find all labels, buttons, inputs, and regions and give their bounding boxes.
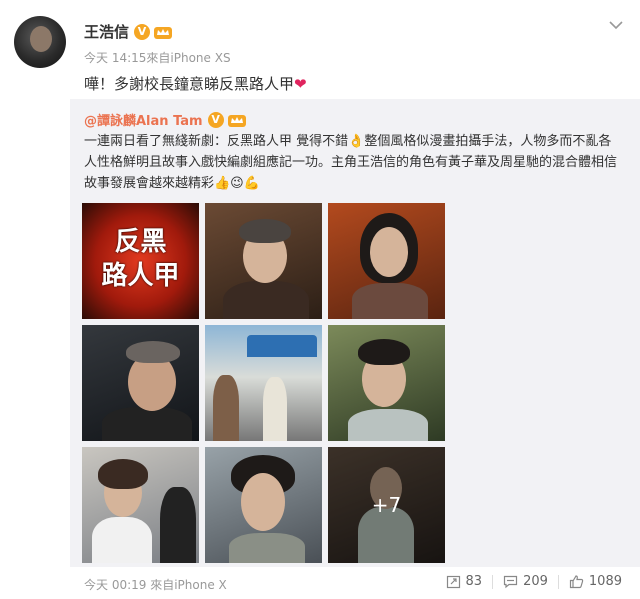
repost-text: 一連兩日看了無綫新劇：反黑路人甲 覺得不錯👌整個風格似漫畫拍攝手法，人物多而不亂… — [84, 134, 618, 191]
vip-crown-icon — [227, 114, 246, 127]
photo-thumbnail[interactable] — [205, 203, 322, 319]
weibo-post-card: 王浩信 V 今天 14:15來自iPhone XS 嘩！多謝校長鐘意睇反黑路人甲… — [0, 0, 640, 599]
chevron-down-icon[interactable] — [608, 18, 624, 32]
repost-author-name[interactable]: @譚詠麟Alan Tam — [84, 110, 203, 129]
vip-crown-icon — [154, 26, 173, 39]
more-photos-count: +7 — [328, 447, 445, 563]
comment-button[interactable]: 209 — [503, 574, 548, 589]
photo-thumbnail[interactable]: 反黑 路人甲 — [82, 203, 199, 319]
author-name[interactable]: 王浩信 — [84, 21, 129, 42]
post-text-content: 嘩！多謝校長鐘意睇反黑路人甲 — [84, 75, 295, 93]
divider — [557, 574, 559, 589]
divider — [492, 574, 494, 589]
heart-icon: ❤ — [294, 75, 307, 93]
verified-icon: V — [207, 111, 224, 128]
show-logo-line2: 路人甲 — [101, 261, 180, 291]
repost-container: @譚詠麟Alan Tam V 一連兩日看了無綫新劇：反黑路人甲 覺得不錯👌整個風… — [70, 99, 640, 567]
repost-button[interactable]: 83 — [446, 574, 483, 589]
author-avatar[interactable] — [14, 16, 66, 68]
post-timestamp[interactable]: 今天 14:15來自iPhone XS — [84, 49, 231, 66]
repost-count: 83 — [465, 574, 483, 589]
like-button[interactable]: 1089 — [569, 574, 622, 589]
like-count: 1089 — [588, 574, 622, 589]
action-bar: 83 209 1089 — [446, 574, 622, 589]
comment-count: 209 — [523, 574, 548, 589]
author-row: 王浩信 V — [84, 21, 173, 42]
photo-thumbnail[interactable] — [205, 325, 322, 441]
thumbs-up-icon — [569, 575, 584, 589]
repost-footer: 今天 00:19 來自iPhone X 83 209 1089 — [0, 567, 640, 599]
repost-icon — [446, 575, 460, 589]
show-logo-line1: 反黑 — [114, 227, 167, 257]
repost-author-row: @譚詠麟Alan Tam V — [84, 110, 247, 129]
photo-thumbnail[interactable] — [82, 447, 199, 563]
photo-thumbnail-more[interactable]: +7 — [328, 447, 445, 563]
show-logo: 反黑 路人甲 — [92, 225, 189, 297]
post-text: 嘩！多謝校長鐘意睇反黑路人甲❤ — [84, 73, 307, 94]
photo-thumbnail[interactable] — [328, 325, 445, 441]
photo-thumbnail[interactable] — [205, 447, 322, 563]
comment-icon — [503, 575, 518, 589]
photo-thumbnail[interactable] — [82, 325, 199, 441]
verified-icon: V — [134, 23, 151, 40]
repost-timestamp[interactable]: 今天 00:19 來自iPhone X — [84, 576, 227, 593]
photo-grid: 反黑 路人甲 +7 — [82, 203, 449, 563]
photo-thumbnail[interactable] — [328, 203, 445, 319]
